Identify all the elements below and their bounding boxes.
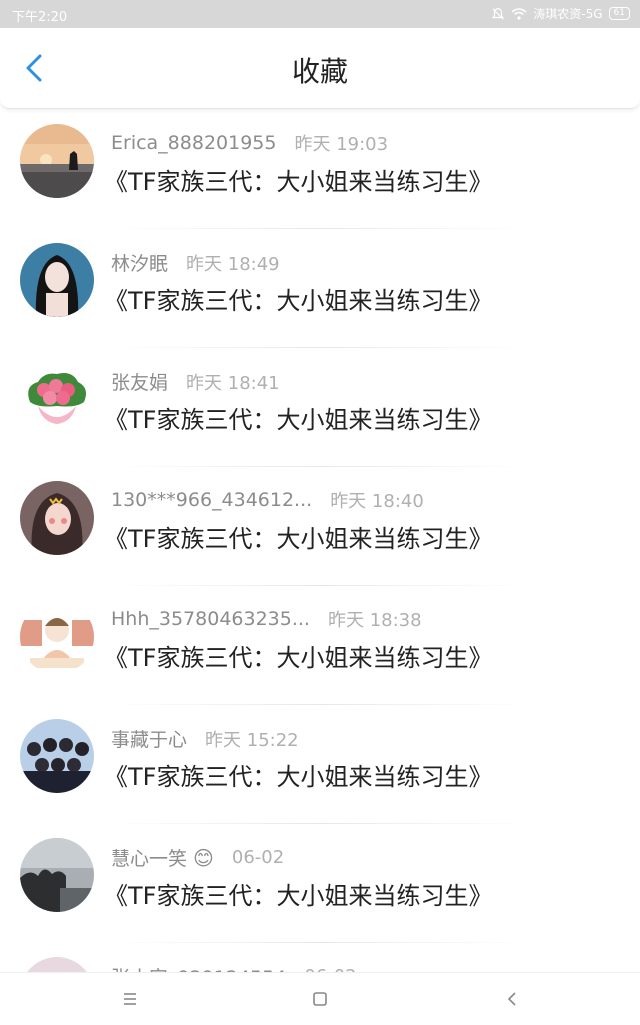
item-time: 昨天 19:03 xyxy=(294,134,389,155)
favorites-list: Erica_888201955 昨天 19:03 《TF家族三代：大小姐来当练习… xyxy=(0,110,640,972)
battery-indicator: 61 xyxy=(608,7,630,20)
item-meta: Hhh_35780463235... 昨天 18:38 xyxy=(111,606,422,632)
wifi-icon xyxy=(511,7,527,20)
user-name[interactable]: 130***966_434612... xyxy=(111,489,312,511)
list-item[interactable]: 事藏于心 昨天 15:22 《TF家族三代：大小姐来当练习生》 xyxy=(0,705,640,824)
work-title[interactable]: 《TF家族三代：大小姐来当练习生》 xyxy=(104,638,492,673)
item-time: 06-02 xyxy=(231,847,285,868)
list-item[interactable]: 张友娟 昨天 18:41 《TF家族三代：大小姐来当练习生》 xyxy=(0,348,640,467)
avatar xyxy=(20,362,94,436)
work-title[interactable]: 《TF家族三代：大小姐来当练习生》 xyxy=(104,162,492,197)
avatar xyxy=(20,838,94,912)
item-time: 昨天 18:41 xyxy=(186,372,280,394)
list-item[interactable]: 慧心一笑 😊 06-02 《TF家族三代：大小姐来当练习生》 xyxy=(0,824,640,943)
bell-off-icon xyxy=(492,7,505,20)
square-icon[interactable] xyxy=(308,987,332,1011)
item-meta: 张小安_929124554 06-02 xyxy=(111,963,357,972)
work-title[interactable]: 《TF家族三代：大小姐来当练习生》 xyxy=(104,400,492,435)
user-name[interactable]: 张小安_929124554 xyxy=(111,963,286,972)
avatar xyxy=(20,481,94,555)
item-time: 昨天 15:22 xyxy=(205,729,299,751)
list-item[interactable]: Hhh_35780463235... 昨天 18:38 《TF家族三代：大小姐来… xyxy=(0,586,640,705)
avatar xyxy=(20,957,94,972)
chevron-left-icon[interactable] xyxy=(500,987,524,1011)
status-time: 下午2:20 xyxy=(12,10,68,25)
item-meta: 事藏于心 昨天 15:22 xyxy=(111,725,299,752)
item-meta: 张友娟 昨天 18:41 xyxy=(111,368,280,395)
menu-icon[interactable] xyxy=(118,987,142,1011)
user-name[interactable]: 林汐眠 xyxy=(111,249,168,276)
item-meta: Erica_888201955 昨天 19:03 xyxy=(111,130,388,156)
list-item[interactable]: Erica_888201955 昨天 19:03 《TF家族三代：大小姐来当练习… xyxy=(0,110,640,229)
user-name[interactable]: Hhh_35780463235... xyxy=(111,608,310,630)
item-meta: 130***966_434612... 昨天 18:40 xyxy=(111,487,424,513)
list-item[interactable]: 130***966_434612... 昨天 18:40 《TF家族三代：大小姐… xyxy=(0,467,640,586)
avatar xyxy=(20,243,94,317)
work-title[interactable]: 《TF家族三代：大小姐来当练习生》 xyxy=(104,876,492,911)
user-name[interactable]: 事藏于心 xyxy=(111,725,187,752)
smile-emoji-icon: 😊 xyxy=(193,845,214,870)
carrier-name: 涛琪农资-5G xyxy=(533,7,603,21)
item-time: 昨天 18:38 xyxy=(327,610,422,631)
header: 收藏 xyxy=(0,28,640,109)
item-meta: 林汐眠 昨天 18:49 xyxy=(111,249,280,276)
work-title[interactable]: 《TF家族三代：大小姐来当练习生》 xyxy=(104,519,492,554)
work-title[interactable]: 《TF家族三代：大小姐来当练习生》 xyxy=(104,757,492,792)
status-bar: 下午2:20 涛琪农资-5G 61 xyxy=(0,0,640,28)
item-time: 昨天 18:49 xyxy=(186,253,280,275)
item-time: 昨天 18:40 xyxy=(330,491,424,512)
avatar xyxy=(20,124,94,198)
avatar xyxy=(20,600,94,674)
system-navigation-bar xyxy=(0,972,640,1025)
item-meta: 慧心一笑 😊 06-02 xyxy=(111,844,284,871)
page-title: 收藏 xyxy=(291,55,348,88)
user-name[interactable]: 慧心一笑 xyxy=(111,844,187,871)
list-item[interactable]: 林汐眠 昨天 18:49 《TF家族三代：大小姐来当练习生》 xyxy=(0,229,640,348)
list-item[interactable]: 张小安_929124554 06-02 xyxy=(0,943,640,972)
work-title[interactable]: 《TF家族三代：大小姐来当练习生》 xyxy=(104,281,492,316)
user-name[interactable]: 张友娟 xyxy=(111,368,168,395)
status-right: 涛琪农资-5G 61 xyxy=(491,5,630,22)
user-name[interactable]: Erica_888201955 xyxy=(111,132,276,154)
avatar xyxy=(20,719,94,793)
